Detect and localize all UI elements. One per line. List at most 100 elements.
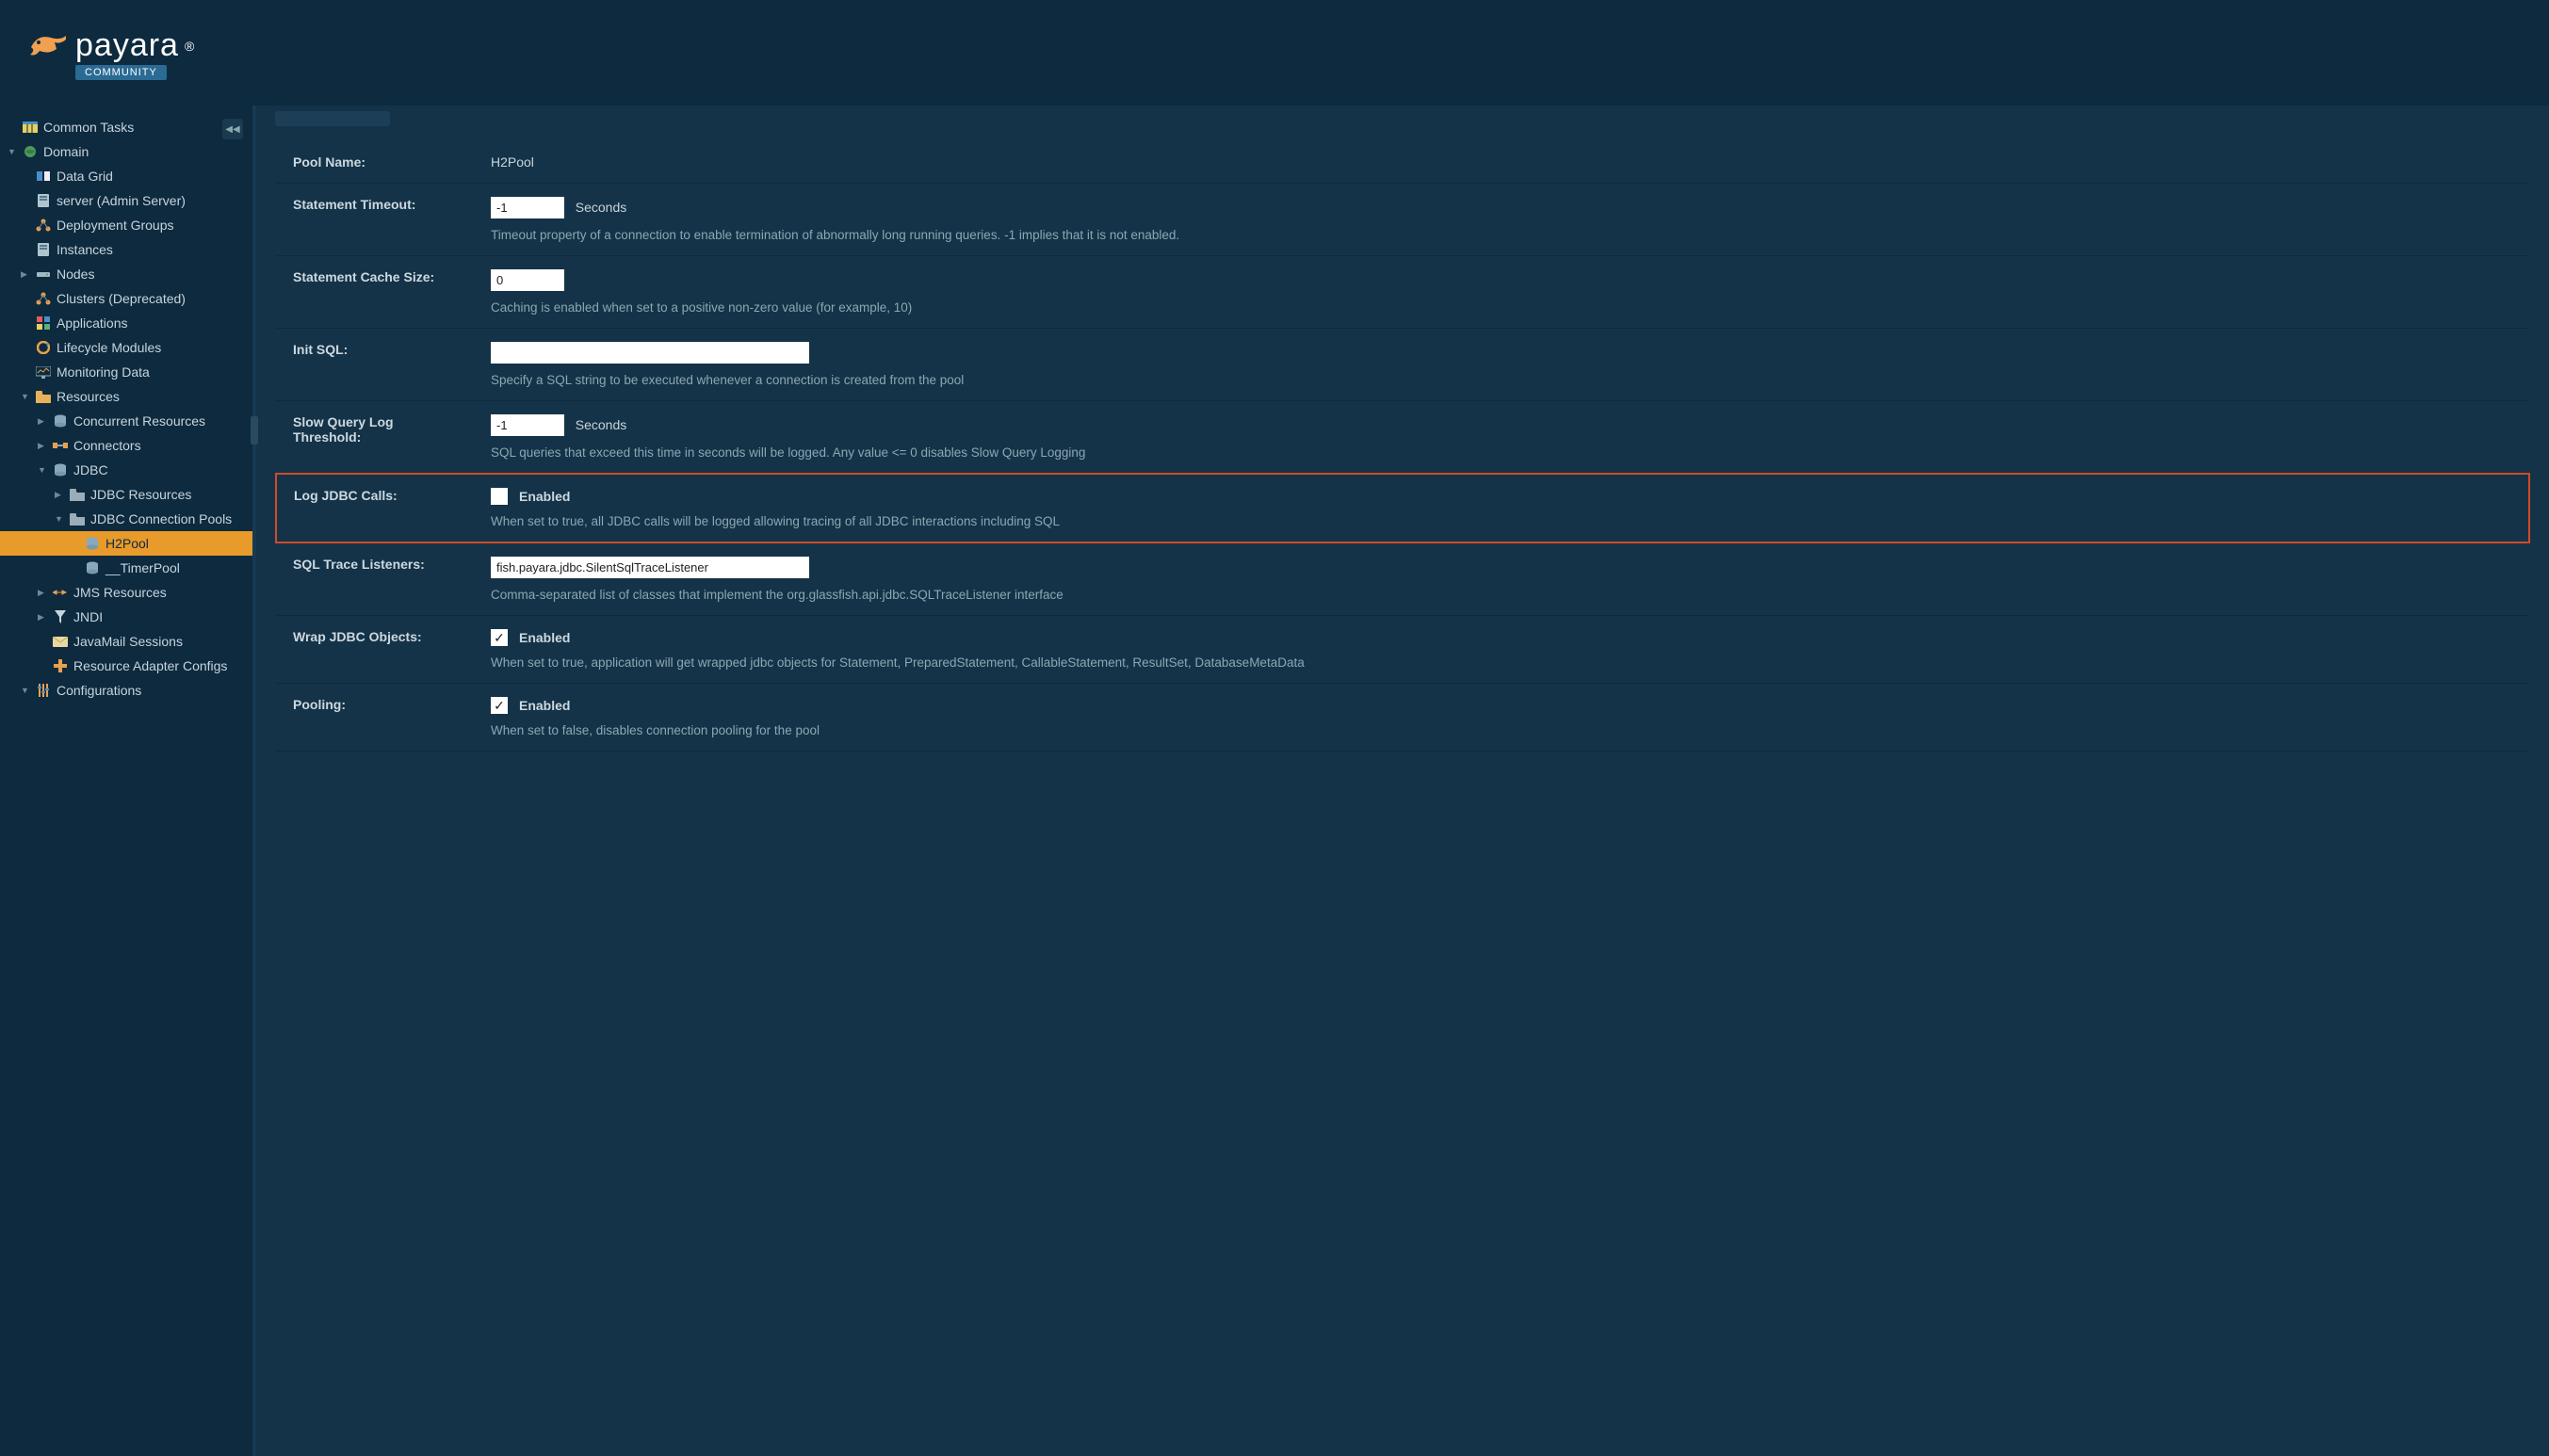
tree-item-nodes[interactable]: ▶ Nodes xyxy=(0,262,252,286)
unit-slow-query: Seconds xyxy=(576,417,626,432)
folder-gray-icon xyxy=(70,511,85,526)
tree-item-monitoring-data[interactable]: Monitoring Data xyxy=(0,360,252,384)
tree-item-connectors[interactable]: ▶ Connectors xyxy=(0,433,252,458)
tree-toggle-icon[interactable]: ▶ xyxy=(38,588,47,598)
checkbox-label-pooling: Enabled xyxy=(519,698,570,713)
tree-item-h2pool[interactable]: H2Pool xyxy=(0,531,252,556)
registered-mark: ® xyxy=(185,39,194,54)
jms-icon xyxy=(53,585,68,600)
tree-item-jdbc-connection-pools[interactable]: ▼ JDBC Connection Pools xyxy=(0,507,252,531)
row-log-jdbc: Log JDBC Calls: Enabled When set to true… xyxy=(276,474,2529,542)
input-init-sql[interactable] xyxy=(491,342,809,364)
row-slow-query: Slow Query Log Threshold: Seconds SQL qu… xyxy=(276,401,2529,475)
checkbox-wrap-jdbc[interactable]: ✓ xyxy=(491,629,508,646)
main-content: Pool Name: H2Pool Statement Timeout: Sec… xyxy=(256,105,2549,1456)
input-slow-query[interactable] xyxy=(491,414,564,436)
sidebar: ◀◀ Common Tasks ▼DomainData Gridserver (A… xyxy=(0,105,252,1456)
tree-label: JDBC Connection Pools xyxy=(90,511,232,526)
tree-item-common-tasks[interactable]: Common Tasks xyxy=(0,115,252,139)
help-log-jdbc: When set to true, all JDBC calls will be… xyxy=(491,514,2511,528)
pool-form: Pool Name: H2Pool Statement Timeout: Sec… xyxy=(275,141,2530,752)
tree-toggle-icon[interactable]: ▶ xyxy=(21,269,30,280)
tree-item-configurations[interactable]: ▼ Configurations xyxy=(0,678,252,703)
tree-item-domain[interactable]: ▼Domain xyxy=(0,139,252,164)
tree-item-javamail-sessions[interactable]: JavaMail Sessions xyxy=(0,629,252,654)
server-icon xyxy=(36,193,51,208)
input-statement-cache[interactable] xyxy=(491,269,564,291)
row-pooling: Pooling: ✓ Enabled When set to false, di… xyxy=(276,684,2529,752)
help-sql-trace: Comma-separated list of classes that imp… xyxy=(491,588,2512,602)
cluster-icon xyxy=(36,291,51,306)
tree-toggle-icon[interactable]: ▼ xyxy=(55,514,64,524)
divider[interactable] xyxy=(252,105,256,1456)
tree-label: __TimerPool xyxy=(106,560,180,575)
tree-label: Nodes xyxy=(57,267,94,282)
tree-item-resources[interactable]: ▼ Resources xyxy=(0,384,252,409)
label-statement-timeout: Statement Timeout: xyxy=(276,184,474,256)
divider-handle[interactable] xyxy=(251,416,258,445)
help-pooling: When set to false, disables connection p… xyxy=(491,723,2512,737)
grid-icon xyxy=(23,120,38,135)
filter-icon xyxy=(53,609,68,624)
tree-item-jms-resources[interactable]: ▶JMS Resources xyxy=(0,580,252,605)
tab-bar-fragment xyxy=(275,111,390,126)
tree-label: Deployment Groups xyxy=(57,218,174,233)
monitor-icon xyxy=(36,364,51,380)
config-icon xyxy=(36,683,51,698)
tree-item-server-admin-server-[interactable]: server (Admin Server) xyxy=(0,188,252,213)
tree-label: Concurrent Resources xyxy=(73,413,205,429)
tree-toggle-icon[interactable]: ▶ xyxy=(38,612,47,623)
header: payara ® COMMUNITY xyxy=(0,0,2549,105)
tree-toggle-icon[interactable]: ▶ xyxy=(38,441,47,451)
tree-item-applications[interactable]: Applications xyxy=(0,311,252,335)
tree-item--timerpool[interactable]: __TimerPool xyxy=(0,556,252,580)
checkbox-log-jdbc[interactable] xyxy=(491,488,508,505)
tree-item-clusters-deprecated-[interactable]: Clusters (Deprecated) xyxy=(0,286,252,311)
tree-label: H2Pool xyxy=(106,536,149,551)
tree-toggle-icon[interactable]: ▼ xyxy=(21,392,30,401)
tree-label: Common Tasks xyxy=(43,120,134,135)
datagrid-icon xyxy=(36,169,51,184)
tree-item-resource-adapter-configs[interactable]: Resource Adapter Configs xyxy=(0,654,252,678)
tree-item-deployment-groups[interactable]: Deployment Groups xyxy=(0,213,252,237)
lifecycle-icon xyxy=(36,340,51,355)
logo-tag: COMMUNITY xyxy=(75,65,167,80)
tree-toggle-icon[interactable]: ▼ xyxy=(21,686,30,695)
db-icon xyxy=(53,413,68,429)
tree-item-concurrent-resources[interactable]: ▶ Concurrent Resources xyxy=(0,409,252,433)
db-icon xyxy=(85,536,100,551)
help-wrap-jdbc: When set to true, application will get w… xyxy=(491,655,2512,670)
checkbox-pooling[interactable]: ✓ xyxy=(491,697,508,714)
label-wrap-jdbc: Wrap JDBC Objects: xyxy=(276,616,474,684)
tree-toggle-icon[interactable]: ▶ xyxy=(38,416,47,427)
globe-icon xyxy=(23,144,38,159)
tree-item-data-grid[interactable]: Data Grid xyxy=(0,164,252,188)
tree-item-lifecycle-modules[interactable]: Lifecycle Modules xyxy=(0,335,252,360)
tree-label: JNDI xyxy=(73,609,103,624)
tree-toggle-icon[interactable]: ▼ xyxy=(8,147,17,156)
row-pool-name: Pool Name: H2Pool xyxy=(276,141,2529,184)
tree-label: Connectors xyxy=(73,438,141,453)
tree-label: JDBC xyxy=(73,462,108,477)
tree-toggle-icon[interactable]: ▶ xyxy=(55,490,64,500)
tree-item-instances[interactable]: Instances xyxy=(0,237,252,262)
sidebar-collapse-button[interactable]: ◀◀ xyxy=(222,119,243,139)
logo-text: payara xyxy=(75,27,179,64)
input-sql-trace[interactable] xyxy=(491,557,809,578)
tree-toggle-icon[interactable]: ▼ xyxy=(38,465,47,475)
mail-icon xyxy=(53,634,68,649)
tree-label: Resources xyxy=(57,389,120,404)
label-init-sql: Init SQL: xyxy=(276,329,474,401)
checkbox-label-wrap-jdbc: Enabled xyxy=(519,630,570,645)
input-statement-timeout[interactable] xyxy=(491,197,564,218)
row-init-sql: Init SQL: Specify a SQL string to be exe… xyxy=(276,329,2529,401)
tree-label: Resource Adapter Configs xyxy=(73,658,227,673)
tree-label: Configurations xyxy=(57,683,141,698)
tree-item-jdbc-resources[interactable]: ▶JDBC Resources xyxy=(0,482,252,507)
tree-item-jndi[interactable]: ▶ JNDI xyxy=(0,605,252,629)
folder-gray-icon xyxy=(70,487,85,502)
tree-item-jdbc[interactable]: ▼ JDBC xyxy=(0,458,252,482)
unit-statement-timeout: Seconds xyxy=(576,200,626,215)
tree-label: Clusters (Deprecated) xyxy=(57,291,186,306)
tree-label: Monitoring Data xyxy=(57,364,150,380)
